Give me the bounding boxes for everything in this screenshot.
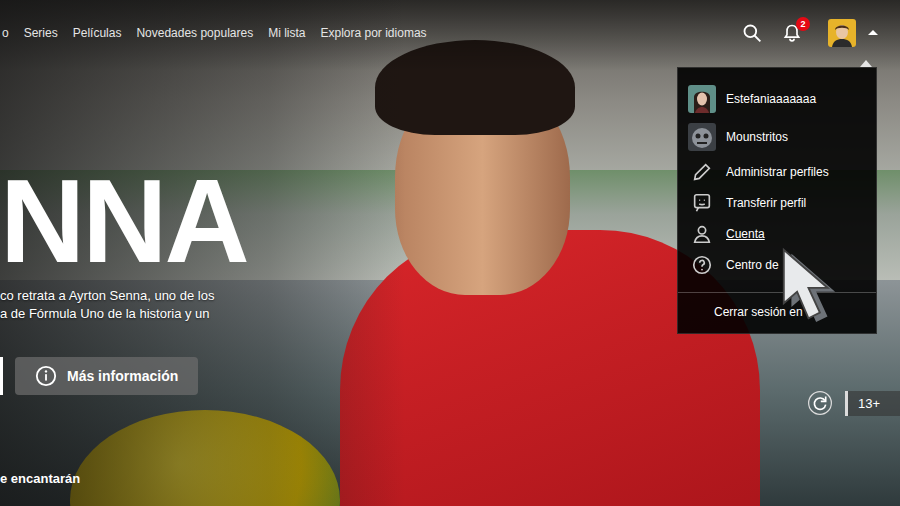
hero-controls: 13+: [807, 390, 900, 416]
person-icon: [691, 223, 713, 245]
mouse-cursor-icon: [780, 246, 856, 326]
menu-item[interactable]: Administrar perfiles: [678, 156, 876, 187]
menu-item[interactable]: Transferir perfil: [678, 187, 876, 218]
hero-title: NNA: [0, 169, 247, 273]
profile-item[interactable]: Estefaniaaaaaaa: [678, 80, 876, 118]
profile-avatar-icon[interactable]: [828, 19, 856, 47]
replay-icon[interactable]: [807, 390, 833, 416]
help-icon: [691, 254, 713, 276]
netflix-home: o Series Películas Novedades populares Mi li…: [0, 0, 900, 506]
notification-badge: 2: [796, 17, 810, 31]
transfer-profile-icon: [691, 192, 713, 214]
menu-item[interactable]: Cuenta: [678, 218, 876, 249]
maturity-rating: 13+: [845, 391, 900, 416]
woman-avatar-icon: [688, 85, 716, 113]
nav-link[interactable]: Series: [24, 26, 58, 40]
nav-link[interactable]: Mi lista: [268, 26, 305, 40]
more-info-button[interactable]: Más información: [15, 357, 198, 395]
profile-menu: EstefaniaaaaaaaMounstritosAdministrar pe…: [677, 67, 877, 334]
row-title: e encantarán: [0, 471, 80, 486]
monster-avatar-icon: [688, 123, 716, 151]
profile-item[interactable]: Mounstritos: [678, 118, 876, 156]
search-icon[interactable]: [742, 23, 762, 43]
menu-caret-icon[interactable]: [868, 30, 878, 35]
nav-link[interactable]: o: [2, 26, 9, 40]
pencil-icon: [691, 161, 713, 183]
play-button[interactable]: [0, 357, 3, 395]
nav-link[interactable]: Películas: [73, 26, 122, 40]
nav-link[interactable]: Explora por idiomas: [321, 26, 427, 40]
info-icon: [35, 365, 57, 387]
hero-synopsis: co retrata a Ayrton Senna, uno de losa d…: [0, 287, 214, 323]
top-nav: o Series Películas Novedades populares Mi li…: [0, 0, 900, 65]
sign-out-item[interactable]: Cerrar sesión en: [678, 293, 876, 333]
nav-link[interactable]: Novedades populares: [136, 26, 253, 40]
notifications-button[interactable]: 2: [782, 23, 802, 43]
menu-item[interactable]: Centro de: [678, 249, 876, 280]
